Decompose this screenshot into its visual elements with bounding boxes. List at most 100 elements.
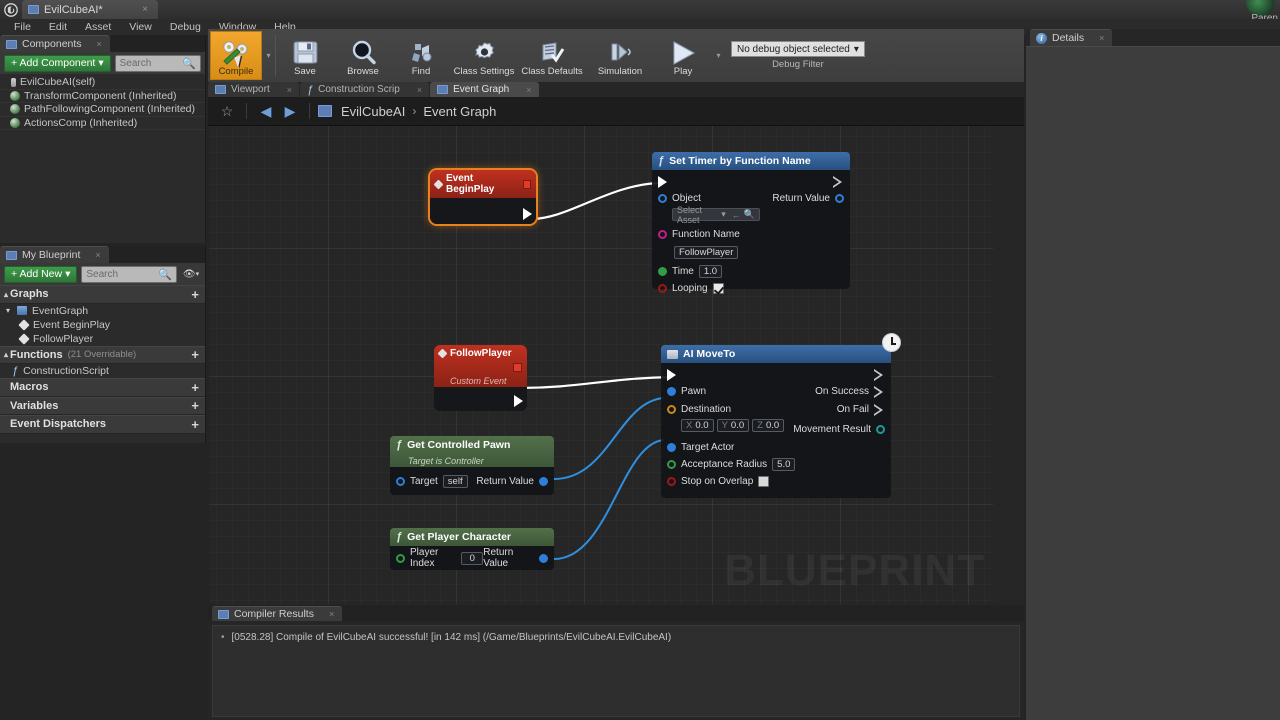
node-followplayer-custom-event[interactable]: FollowPlayer Custom Event (434, 345, 527, 411)
tab-viewport[interactable]: Viewport × (208, 82, 299, 97)
collapse-icon[interactable]: ▾ (6, 306, 10, 315)
tab-compiler-results[interactable]: Compiler Results × (212, 606, 342, 621)
play-button[interactable]: Play (654, 29, 712, 82)
tab-components[interactable]: Components × (0, 35, 110, 52)
section-variables[interactable]: Variables + (0, 397, 205, 416)
close-icon[interactable]: × (287, 85, 292, 95)
exec-output-pin[interactable] (514, 395, 523, 407)
simulation-button[interactable]: Simulation (586, 29, 654, 82)
player-index-input[interactable]: 0 (461, 552, 483, 565)
menu-item-file[interactable]: File (5, 19, 40, 35)
tree-item-event-beginplay[interactable]: Event BeginPlay (0, 318, 205, 332)
browse-icon[interactable]: 🔍 (744, 209, 755, 220)
exec-output-pin[interactable] (833, 176, 844, 188)
tree-item-eventgraph[interactable]: ▾ EventGraph (0, 304, 205, 318)
tab-details[interactable]: i Details × (1030, 29, 1112, 46)
add-event-dispatcher-button[interactable]: + (191, 417, 199, 432)
menu-item-edit[interactable]: Edit (40, 19, 76, 35)
stop-on-overlap-checkbox[interactable] (758, 476, 769, 487)
section-macros[interactable]: Macros + (0, 378, 205, 397)
browse-button[interactable]: Browse (334, 29, 392, 82)
section-functions[interactable]: ▴ Functions (21 Overridable) + (0, 346, 205, 365)
component-row-transform[interactable]: TransformComponent (Inherited) (0, 90, 205, 104)
compile-options-chevron-icon[interactable]: ▾ (262, 29, 275, 82)
close-icon[interactable]: × (95, 250, 100, 260)
menu-item-view[interactable]: View (120, 19, 161, 35)
node-set-timer-by-function-name[interactable]: ƒ Set Timer by Function Name Object (652, 152, 850, 289)
my-blueprint-search-input[interactable]: Search 🔍 (81, 266, 177, 283)
target-self-input[interactable]: self (443, 475, 468, 488)
favorite-button[interactable]: ☆ (216, 100, 238, 122)
back-button[interactable]: ◀ (255, 100, 277, 122)
node-event-beginplay[interactable]: Event BeginPlay (430, 170, 536, 224)
close-icon[interactable]: × (1099, 33, 1104, 43)
tree-item-constructionscript[interactable]: ƒ ConstructionScript (0, 364, 205, 378)
object-input-pin[interactable] (658, 194, 667, 203)
object-output-pin[interactable] (539, 554, 548, 563)
object-input-pin[interactable] (667, 443, 676, 452)
object-input-pin[interactable] (667, 387, 676, 396)
bool-input-pin[interactable] (658, 284, 667, 293)
play-options-chevron-icon[interactable]: ▾ (712, 29, 725, 82)
forward-button[interactable]: ▶ (279, 100, 301, 122)
bool-input-pin[interactable] (667, 477, 676, 486)
tab-my-blueprint[interactable]: My Blueprint × (0, 246, 109, 263)
save-button[interactable]: Save (276, 29, 334, 82)
exec-input-pin[interactable] (667, 369, 676, 381)
looping-checkbox[interactable] (713, 283, 724, 294)
menu-item-asset[interactable]: Asset (76, 19, 120, 35)
debug-object-select[interactable]: No debug object selected ▾ (731, 41, 865, 57)
name-input-pin[interactable] (658, 230, 667, 239)
visibility-options-button[interactable]: 👁 ▾ (181, 266, 201, 283)
tab-event-graph[interactable]: Event Graph × (430, 82, 538, 97)
destination-x-input[interactable]: X0.0 (681, 419, 714, 432)
component-row-actionscomp[interactable]: ActionsComp (Inherited) (0, 117, 205, 131)
node-get-player-character[interactable]: ƒ Get Player Character Player Index 0 Re… (390, 528, 554, 570)
destination-z-input[interactable]: Z0.0 (752, 419, 784, 432)
node-get-controlled-pawn[interactable]: ƒ Get Controlled Pawn Target is Controll… (390, 436, 554, 495)
add-macro-button[interactable]: + (191, 380, 199, 395)
compiler-log[interactable]: • [0528.28] Compile of EvilCubeAI succes… (212, 625, 1020, 717)
tree-item-followplayer[interactable]: FollowPlayer (0, 332, 205, 346)
node-ai-moveto[interactable]: AI MoveTo Pawn On Success (661, 345, 891, 498)
compile-button[interactable]: Compile (210, 31, 262, 80)
exec-output-pin[interactable] (874, 369, 885, 381)
vector-input-pin[interactable] (667, 405, 676, 414)
class-defaults-button[interactable]: Class Defaults (518, 29, 586, 82)
add-graph-button[interactable]: + (191, 287, 199, 302)
asset-tab[interactable]: EvilCubeAI* × (22, 0, 158, 19)
exec-input-pin[interactable] (658, 176, 667, 188)
close-icon[interactable]: × (142, 4, 148, 15)
object-output-pin[interactable] (835, 194, 844, 203)
components-search-input[interactable]: Search 🔍 (115, 55, 201, 72)
add-function-button[interactable]: + (191, 347, 199, 362)
breadcrumb-root[interactable]: EvilCubeAI (341, 104, 405, 119)
object-input-pin[interactable] (396, 477, 405, 486)
section-graphs[interactable]: ▴ Graphs + (0, 285, 205, 304)
object-output-pin[interactable] (539, 477, 548, 486)
enum-output-pin[interactable] (876, 425, 885, 434)
find-button[interactable]: Find (392, 29, 450, 82)
exec-output-pin-on-success[interactable] (874, 386, 885, 398)
add-new-button[interactable]: + Add New ▾ (4, 266, 77, 283)
collapse-icon[interactable]: ▴ (4, 350, 8, 359)
add-component-button[interactable]: + Add Component ▾ (4, 55, 111, 72)
red-square-icon[interactable] (513, 363, 522, 372)
collapse-icon[interactable]: ▴ (4, 290, 8, 299)
exec-output-pin-on-fail[interactable] (874, 404, 885, 416)
log-entry[interactable]: • [0528.28] Compile of EvilCubeAI succes… (221, 632, 1011, 644)
time-input[interactable]: 1.0 (699, 265, 722, 278)
menu-item-debug[interactable]: Debug (161, 19, 210, 35)
destination-y-input[interactable]: Y0.0 (717, 419, 750, 432)
use-selected-icon[interactable]: ← (732, 210, 741, 220)
component-row-self[interactable]: EvilCubeAI(self) (0, 76, 205, 90)
exec-output-pin[interactable] (523, 208, 532, 220)
float-input-pin[interactable] (658, 267, 667, 276)
add-variable-button[interactable]: + (191, 398, 199, 413)
breadcrumb-leaf[interactable]: Event Graph (423, 104, 496, 119)
object-asset-picker[interactable]: Select Asset ▾ ← 🔍 (672, 208, 760, 221)
close-icon[interactable]: × (329, 609, 334, 619)
event-graph-canvas[interactable]: Event BeginPlay ƒ Set Timer by Function … (209, 126, 993, 604)
close-icon[interactable]: × (417, 85, 422, 95)
function-name-input[interactable]: FollowPlayer (674, 246, 738, 259)
